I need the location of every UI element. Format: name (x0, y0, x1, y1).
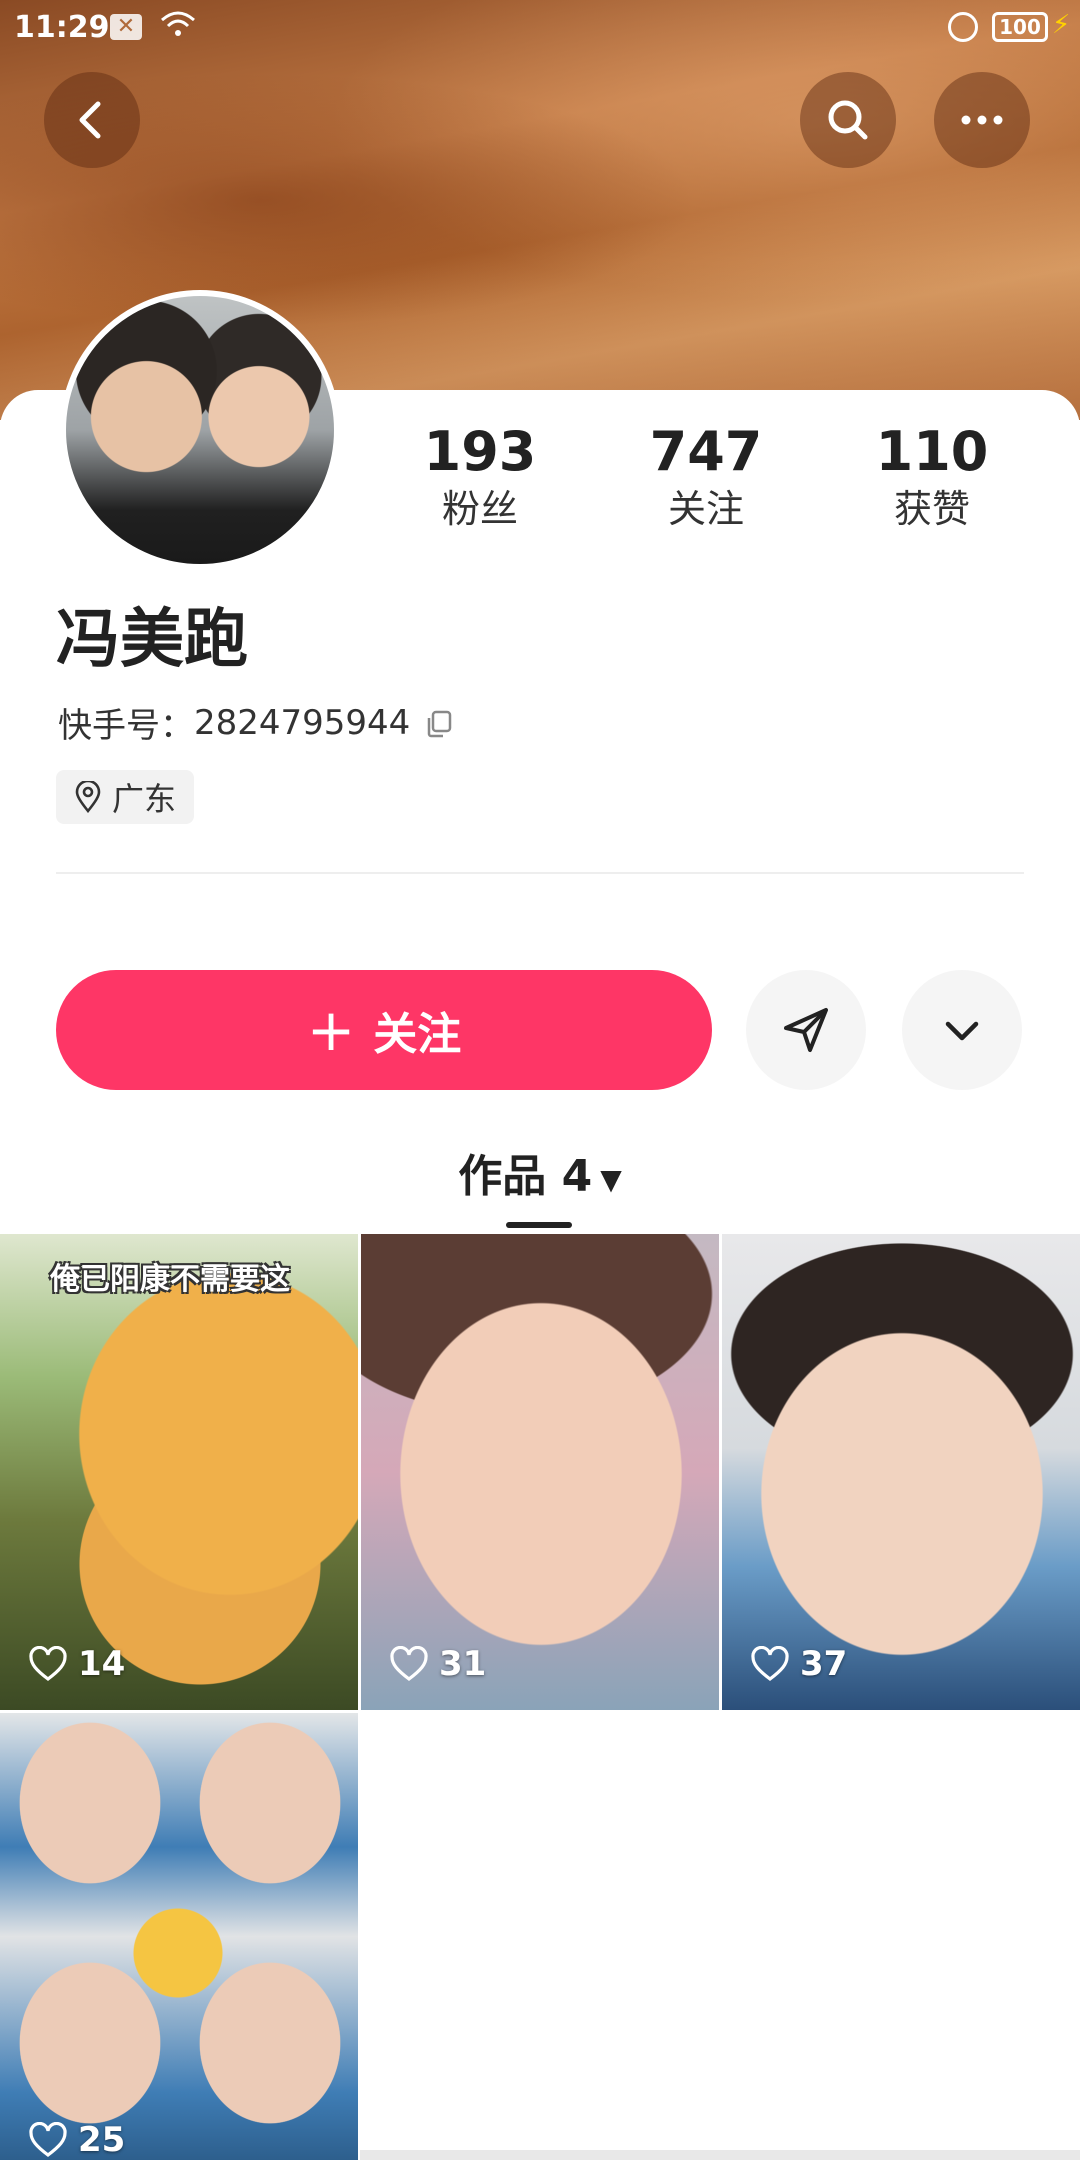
user-id-label: 快手号： (58, 706, 194, 746)
charging-icon: ⚡ (1052, 10, 1071, 40)
location-label: 广东 (112, 780, 177, 818)
back-button[interactable] (44, 72, 140, 168)
stat-label: 关注 (667, 487, 744, 531)
caret-down-icon: ▼ (600, 1162, 622, 1196)
like-count-value: 14 (78, 1644, 126, 1684)
more-options-button[interactable] (902, 970, 1022, 1090)
wifi-icon (158, 10, 198, 48)
location-tag[interactable]: 广东 (56, 770, 195, 824)
profile-name: 冯美跑 (56, 603, 248, 677)
share-button[interactable] (746, 970, 866, 1090)
heart-icon (751, 1646, 789, 1682)
follow-button[interactable]: + 关注 (56, 970, 712, 1090)
status-bar: 11:29 ✕ 100 ⚡ (0, 0, 1080, 56)
like-count: 37 (750, 1644, 847, 1684)
follow-label: 关注 (373, 1009, 462, 1060)
stat-fans[interactable]: 193 粉丝 (380, 420, 580, 534)
like-count: 25 (28, 2120, 125, 2160)
chevron-down-icon (945, 1021, 979, 1041)
copy-icon[interactable] (424, 708, 454, 738)
notification-icon: ✕ (110, 14, 142, 40)
video-thumbnail[interactable]: 37 (722, 1234, 1080, 1710)
like-count: 14 (28, 1644, 125, 1684)
battery-level: 100 (992, 12, 1048, 42)
profile-stats: 193 粉丝 747 关注 110 获赞 (380, 420, 1040, 560)
user-id-value: 2824795944 (194, 702, 411, 743)
stat-label: 获赞 (893, 487, 970, 531)
heart-icon (29, 1646, 67, 1682)
heart-icon (29, 2122, 67, 2158)
search-button[interactable] (800, 72, 896, 168)
dnd-icon (948, 12, 978, 42)
video-thumbnail[interactable]: 31 (361, 1234, 719, 1710)
plus-icon: + (306, 996, 356, 1064)
tab-works-label: 作品 4 (458, 1151, 593, 1202)
video-thumbnail[interactable]: 25 (0, 1713, 358, 2160)
back-icon (79, 101, 101, 139)
avatar[interactable] (60, 290, 340, 570)
stat-label: 粉丝 (441, 487, 518, 531)
heart-icon (390, 1646, 428, 1682)
more-button[interactable] (934, 72, 1030, 168)
stat-value: 110 (875, 420, 989, 483)
search-icon (828, 100, 868, 140)
like-count: 31 (389, 1644, 486, 1684)
stat-following[interactable]: 747 关注 (606, 420, 806, 534)
like-count-value: 25 (78, 2120, 126, 2160)
video-thumbnail[interactable]: 俺已阳康不需要这 14 (0, 1234, 358, 1710)
divider (56, 872, 1024, 874)
more-icon (961, 115, 1003, 125)
tab-indicator (506, 1222, 572, 1228)
scroll-footer (360, 2150, 1080, 2160)
location-pin-icon (75, 781, 101, 813)
share-icon (784, 1008, 828, 1052)
stat-value: 747 (649, 420, 763, 483)
thumbnail-caption: 俺已阳康不需要这 (50, 1262, 290, 1297)
stat-likes[interactable]: 110 获赞 (832, 420, 1032, 534)
like-count-value: 31 (439, 1644, 487, 1684)
user-id-row: 快手号： 2824795944 (58, 698, 454, 747)
tab-works[interactable]: 作品 4 ▼ (0, 1140, 1080, 1204)
like-count-value: 37 (800, 1644, 848, 1684)
stat-value: 193 (423, 420, 537, 483)
status-time: 11:29 (14, 10, 110, 45)
